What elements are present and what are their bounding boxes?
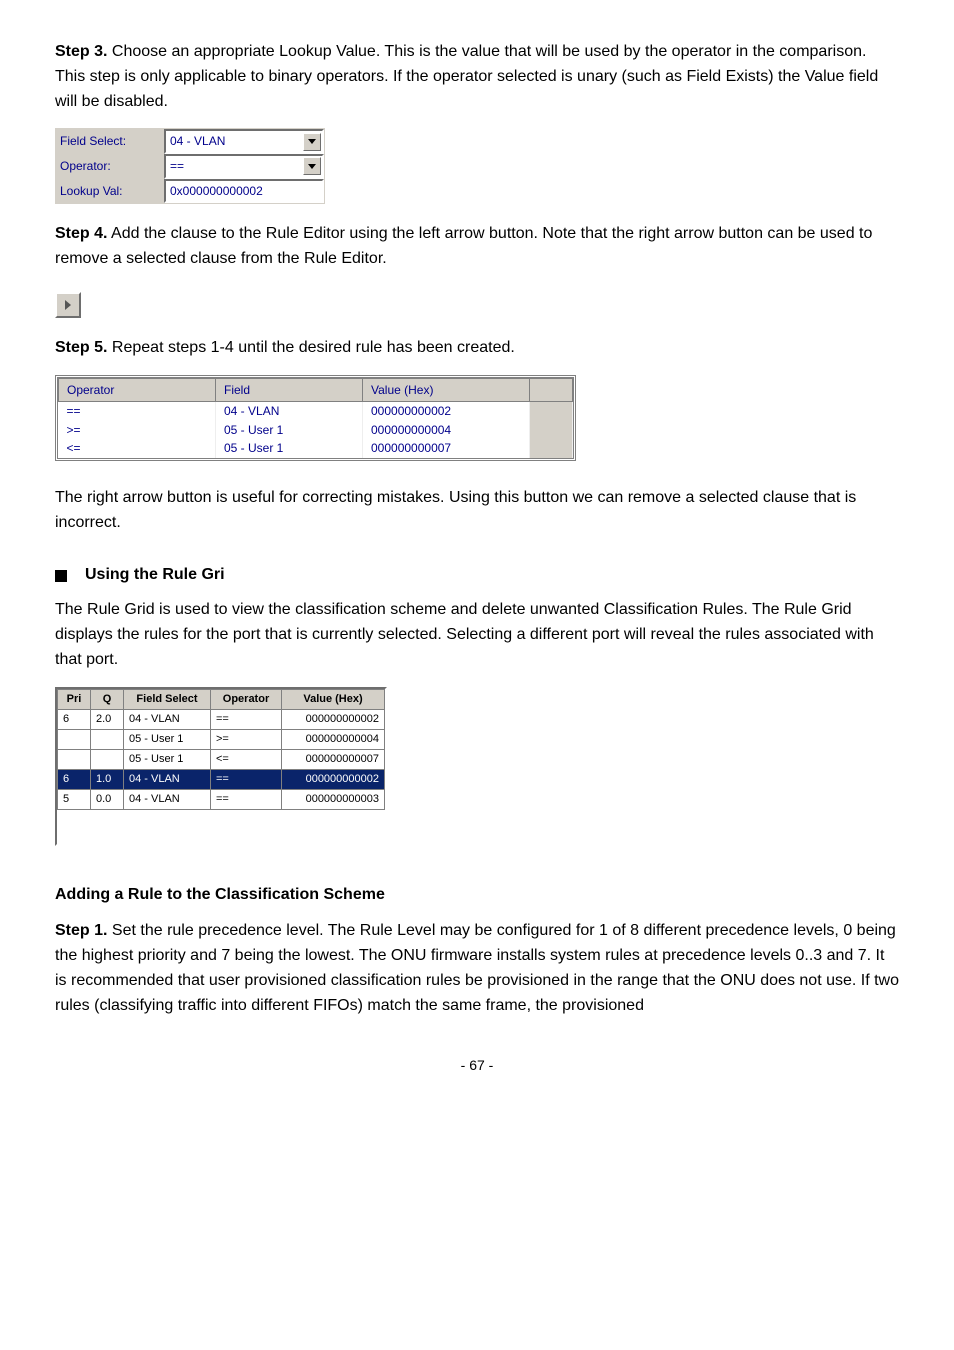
adding-step1-paragraph: Step 1. Set the rule precedence level. T… (55, 919, 899, 1018)
rg-th-fs: Field Select (124, 689, 211, 709)
right-arrow-button[interactable] (55, 292, 81, 318)
rule-grid-row[interactable]: 05 - User 1 >= 000000000004 (58, 729, 385, 749)
field-select-arrow[interactable] (303, 133, 321, 151)
lookup-val-input[interactable]: 0x000000000002 (164, 179, 324, 204)
operator-dropdown[interactable]: == (164, 154, 324, 179)
operator-arrow[interactable] (303, 157, 321, 175)
step4-label: Step 4. (55, 225, 107, 242)
using-rule-grid-text: The Rule Grid is used to view the classi… (55, 598, 899, 672)
clause-table-header-row: Operator Field Value (Hex) (59, 378, 573, 402)
chevron-down-icon (308, 139, 316, 144)
clause-row[interactable]: >= 05 - User 1 000000000004 (59, 421, 573, 440)
step3-text: Choose an appropriate Lookup Value. This… (55, 43, 878, 110)
rule-grid-header-row: Pri Q Field Select Operator Value (Hex) (58, 689, 385, 709)
clause-th-operator: Operator (59, 378, 216, 402)
rg-th-q: Q (91, 689, 124, 709)
field-select-dropdown[interactable]: 04 - VLAN (164, 129, 324, 154)
chevron-down-icon (308, 164, 316, 169)
clause-op: <= (59, 439, 216, 458)
page-number: - 67 - (55, 1055, 899, 1077)
operator-value: == (170, 157, 184, 176)
rg-th-pri: Pri (58, 689, 91, 709)
adding-step1-text: Set the rule precedence level. The Rule … (55, 922, 899, 1013)
operator-label: Operator: (56, 154, 164, 179)
rule-grid-row[interactable]: 05 - User 1 <= 000000000007 (58, 749, 385, 769)
rg-th-op: Operator (211, 689, 282, 709)
lookup-form: Field Select: 04 - VLAN Operator: == Loo… (55, 128, 325, 204)
rule-grid-row[interactable]: 6 2.0 04 - VLAN == 000000000002 (58, 709, 385, 729)
using-rule-grid-heading: Using the Rule Gri (55, 563, 899, 588)
clause-op: >= (59, 421, 216, 440)
clause-field: 04 - VLAN (216, 402, 363, 421)
adding-step1-label: Step 1. (55, 922, 107, 939)
step3-label: Step 3. (55, 43, 107, 60)
adding-rule-heading: Adding a Rule to the Classification Sche… (55, 883, 899, 908)
field-select-label: Field Select: (56, 129, 164, 154)
bullet-square-icon (55, 570, 67, 582)
rule-grid-row-selected[interactable]: 6 1.0 04 - VLAN == 000000000002 (58, 769, 385, 789)
clause-row[interactable]: <= 05 - User 1 000000000007 (59, 439, 573, 458)
step4-paragraph: Step 4. Add the clause to the Rule Edito… (55, 222, 899, 272)
clause-val: 000000000002 (363, 402, 530, 421)
step4-text: Add the clause to the Rule Editor using … (55, 225, 872, 267)
lookup-val-label: Lookup Val: (56, 179, 164, 204)
step5-label: Step 5. (55, 339, 107, 356)
clause-row[interactable]: == 04 - VLAN 000000000002 (59, 402, 573, 421)
clause-val: 000000000007 (363, 439, 530, 458)
clause-field: 05 - User 1 (216, 421, 363, 440)
step5-text: Repeat steps 1-4 until the desired rule … (107, 339, 514, 356)
step3-paragraph: Step 3. Choose an appropriate Lookup Val… (55, 40, 899, 114)
right-arrow-note: The right arrow button is useful for cor… (55, 486, 899, 536)
clause-th-value: Value (Hex) (363, 378, 530, 402)
clause-field: 05 - User 1 (216, 439, 363, 458)
field-select-value: 04 - VLAN (170, 132, 225, 151)
using-rule-grid-title: Using the Rule Gri (85, 563, 225, 588)
rule-grid: Pri Q Field Select Operator Value (Hex) … (55, 687, 387, 846)
clause-val: 000000000004 (363, 421, 530, 440)
rg-th-val: Value (Hex) (282, 689, 385, 709)
step5-paragraph: Step 5. Repeat steps 1-4 until the desir… (55, 336, 899, 361)
clause-op: == (59, 402, 216, 421)
clause-th-field: Field (216, 378, 363, 402)
clause-table: Operator Field Value (Hex) == 04 - VLAN … (55, 375, 576, 461)
clause-th-spacer (530, 378, 573, 402)
rule-grid-row[interactable]: 5 0.0 04 - VLAN == 000000000003 (58, 789, 385, 809)
lookup-val-value: 0x000000000002 (170, 184, 263, 198)
arrow-right-icon (65, 300, 71, 310)
